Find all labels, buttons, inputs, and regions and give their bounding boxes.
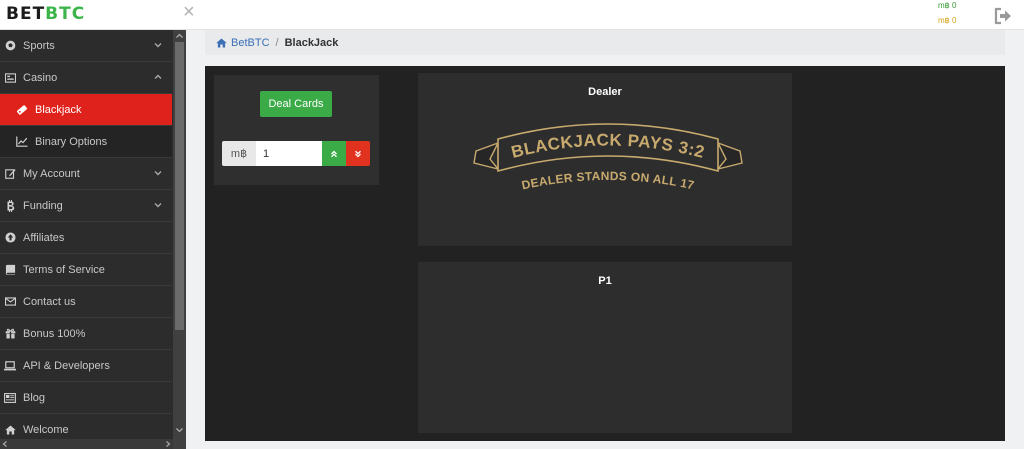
sidebar-item-label: Blackjack — [35, 103, 82, 116]
sidebar-scrollbar[interactable] — [173, 30, 186, 449]
sidebar-item-terms-of-service[interactable]: Terms of Service — [0, 254, 172, 286]
dealer-area: Dealer BLACKJACK PAYS 3:2 DEALER STANDS … — [418, 73, 792, 246]
svg-text:DEALER STANDS ON ALL 17: DEALER STANDS ON ALL 17 — [520, 169, 695, 192]
sidebar-item-label: Blog — [23, 391, 46, 404]
sidebar-item-label: Binary Options — [35, 135, 108, 148]
breadcrumb-home-label: BetBTC — [231, 36, 270, 49]
betbtc-logo[interactable]: BETBTC — [6, 4, 85, 24]
sidebar-item-blackjack[interactable]: Blackjack — [0, 94, 172, 126]
edit-icon — [4, 168, 16, 180]
sidebar-item-label: Contact us — [23, 295, 76, 308]
book-icon — [4, 264, 16, 276]
sidebar-item-label: Terms of Service — [23, 263, 105, 276]
balance-primary: m฿ 0 — [938, 1, 957, 10]
ticket-icon — [16, 104, 28, 116]
logout-icon[interactable] — [993, 7, 1013, 25]
blackjack-pays-banner: BLACKJACK PAYS 3:2 DEALER STANDS ON ALL … — [473, 123, 743, 192]
scroll-right-icon[interactable] — [165, 441, 171, 447]
blackjack-table: Deal Cards m฿ Dealer BLACKJACK PAYS 3:2 … — [205, 66, 1005, 441]
envelope-icon — [4, 296, 16, 308]
sidebar-item-label: Funding — [23, 199, 63, 212]
sidebar-item-label: My Account — [23, 167, 80, 180]
sidebar-item-label: Welcome — [23, 423, 69, 436]
banner-bottom-text: DEALER STANDS ON ALL 17 — [520, 169, 695, 192]
scroll-left-icon[interactable] — [2, 441, 8, 447]
newspaper-icon — [4, 392, 16, 404]
deal-cards-button[interactable]: Deal Cards — [260, 91, 332, 117]
bet-currency-unit: m฿ — [222, 141, 256, 166]
sidebar-item-contact-us[interactable]: Contact us — [0, 286, 172, 318]
sidebar: Sports Casino Blackjack Binary Options M… — [0, 30, 186, 449]
sidebar-item-label: Bonus 100% — [23, 327, 86, 340]
logo-main: BET — [6, 4, 46, 24]
breadcrumb-current: BlackJack — [284, 36, 339, 49]
scroll-thumb[interactable] — [175, 42, 184, 330]
scroll-down-icon[interactable] — [175, 426, 184, 434]
bet-increase-button[interactable] — [322, 141, 346, 166]
gift-icon — [4, 328, 16, 340]
sidebar-item-funding[interactable]: Funding — [0, 190, 172, 222]
soccer-ball-icon — [4, 40, 16, 52]
sidebar-item-casino[interactable]: Casino — [0, 62, 172, 94]
breadcrumb-separator: / — [275, 36, 279, 49]
arrow-circle-icon — [4, 232, 16, 244]
sidebar-item-label: Casino — [23, 71, 58, 84]
sidebar-item-affiliates[interactable]: Affiliates — [0, 222, 172, 254]
sidebar-item-label: Sports — [23, 39, 55, 52]
player-title: P1 — [598, 275, 612, 287]
bet-amount-input[interactable] — [256, 141, 322, 166]
sidebar-item-my-account[interactable]: My Account — [0, 158, 172, 190]
sidebar-item-blog[interactable]: Blog — [0, 382, 172, 414]
home-icon — [4, 424, 16, 436]
laptop-icon — [4, 360, 16, 372]
balance-secondary: m฿ 0 — [938, 16, 957, 25]
home-icon — [216, 37, 227, 48]
sidebar-item-label: API & Developers — [23, 359, 110, 372]
sidebar-horizontal-scrollbar[interactable] — [0, 439, 173, 449]
chevron-down-icon — [154, 171, 162, 176]
chevron-down-icon — [154, 43, 162, 48]
top-header: BETBTC × m฿ 0 m฿ 0 — [0, 0, 1024, 30]
sidebar-item-label: Affiliates — [23, 231, 65, 244]
player-area: P1 — [418, 262, 792, 433]
double-chevron-down-icon — [355, 150, 361, 157]
line-chart-icon — [16, 136, 28, 148]
double-chevron-up-icon — [331, 150, 337, 157]
sidebar-item-sports[interactable]: Sports — [0, 30, 172, 62]
chevron-down-icon — [154, 203, 162, 208]
scroll-up-icon[interactable] — [175, 32, 184, 40]
bet-controls-panel: Deal Cards m฿ — [214, 75, 379, 185]
breadcrumb: BetBTC / BlackJack — [205, 30, 1005, 55]
dealer-title: Dealer — [588, 86, 622, 98]
sidebar-item-bonus[interactable]: Bonus 100% — [0, 318, 172, 350]
logo-accent: BTC — [45, 4, 86, 24]
breadcrumb-home-link[interactable]: BetBTC — [216, 37, 270, 49]
cards-icon — [4, 72, 16, 84]
chevron-up-icon — [154, 74, 162, 79]
sidebar-item-api-developers[interactable]: API & Developers — [0, 350, 172, 382]
sidebar-item-binary-options[interactable]: Binary Options — [0, 126, 172, 158]
bet-amount-group: m฿ — [222, 141, 370, 166]
bitcoin-icon — [4, 199, 16, 212]
close-icon[interactable]: × — [183, 2, 195, 22]
bet-decrease-button[interactable] — [346, 141, 370, 166]
